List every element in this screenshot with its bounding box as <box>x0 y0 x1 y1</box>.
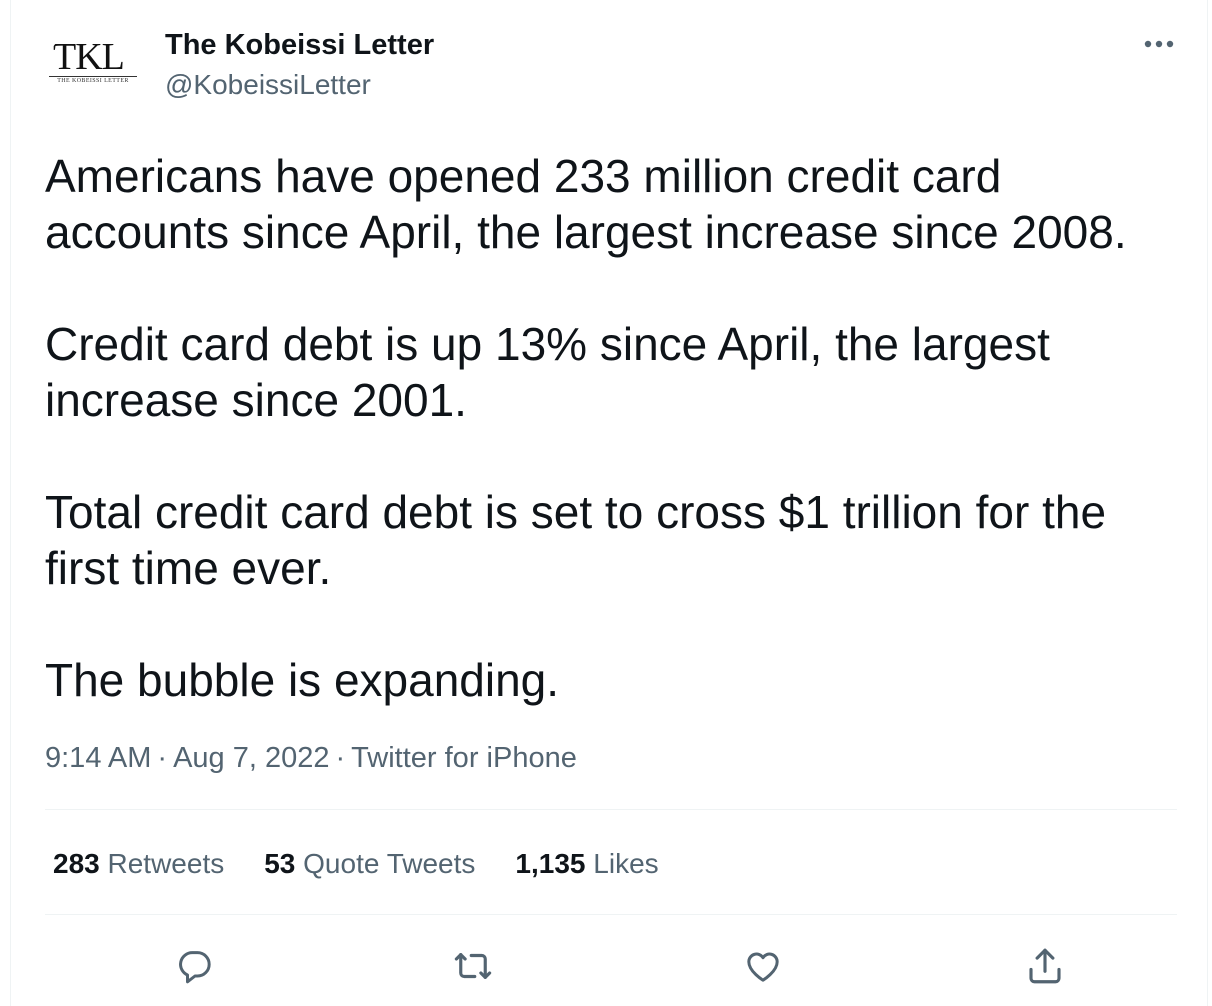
tweet-source[interactable]: Twitter for iPhone <box>351 742 577 774</box>
meta-separator: · <box>157 742 168 774</box>
meta-separator: · <box>335 742 346 774</box>
quote-tweets-label: Quote Tweets <box>303 848 476 879</box>
more-options-button[interactable] <box>1139 26 1179 62</box>
author-handle[interactable]: @KobeissiLetter <box>165 68 371 102</box>
retweet-icon <box>452 945 494 987</box>
retweets-label: Retweets <box>107 848 225 879</box>
tweet-paragraph: Total credit card debt is set to cross $… <box>45 486 1119 594</box>
avatar-logo-subtitle: THE KOBEISSI LETTER <box>57 78 129 84</box>
tweet-card: TKL THE KOBEISSI LETTER The Kobeissi Let… <box>10 0 1208 1006</box>
tweet-paragraph: The bubble is expanding. <box>45 654 560 706</box>
like-button[interactable] <box>733 936 793 996</box>
tweet-paragraph: Credit card debt is up 13% since April, … <box>45 318 1063 426</box>
quote-tweets-stat[interactable]: 53 Quote Tweets <box>264 846 475 882</box>
author-display-name[interactable]: The Kobeissi Letter <box>165 28 434 62</box>
retweets-stat[interactable]: 283 Retweets <box>53 846 224 882</box>
retweet-button[interactable] <box>443 936 503 996</box>
avatar[interactable]: TKL THE KOBEISSI LETTER <box>45 28 141 112</box>
tweet-metadata: 9:14 AM · Aug 7, 2022 · Twitter for iPhone <box>45 740 577 776</box>
tweet-date[interactable]: Aug 7, 2022 <box>173 742 329 774</box>
retweets-count: 283 <box>53 848 100 879</box>
quote-tweets-count: 53 <box>264 848 296 879</box>
tweet-paragraph: Americans have opened 233 million credit… <box>45 150 1127 258</box>
reply-icon <box>175 946 215 986</box>
likes-stat[interactable]: 1,135 Likes <box>515 846 658 882</box>
tweet-actions <box>11 936 1209 996</box>
likes-count: 1,135 <box>515 848 586 879</box>
share-icon <box>1024 945 1066 987</box>
tweet-stats: 283 Retweets 53 Quote Tweets 1,135 Likes <box>53 846 699 882</box>
tweet-time[interactable]: 9:14 AM <box>45 742 151 774</box>
share-button[interactable] <box>1015 936 1075 996</box>
divider <box>45 809 1177 810</box>
likes-label: Likes <box>593 848 659 879</box>
tweet-text: Americans have opened 233 million credit… <box>45 148 1185 708</box>
avatar-logo-text: TKL <box>53 36 125 78</box>
divider <box>45 914 1177 915</box>
more-horizontal-icon <box>1144 40 1174 48</box>
heart-icon <box>743 946 783 986</box>
avatar-logo-rule <box>49 76 137 77</box>
reply-button[interactable] <box>165 936 225 996</box>
